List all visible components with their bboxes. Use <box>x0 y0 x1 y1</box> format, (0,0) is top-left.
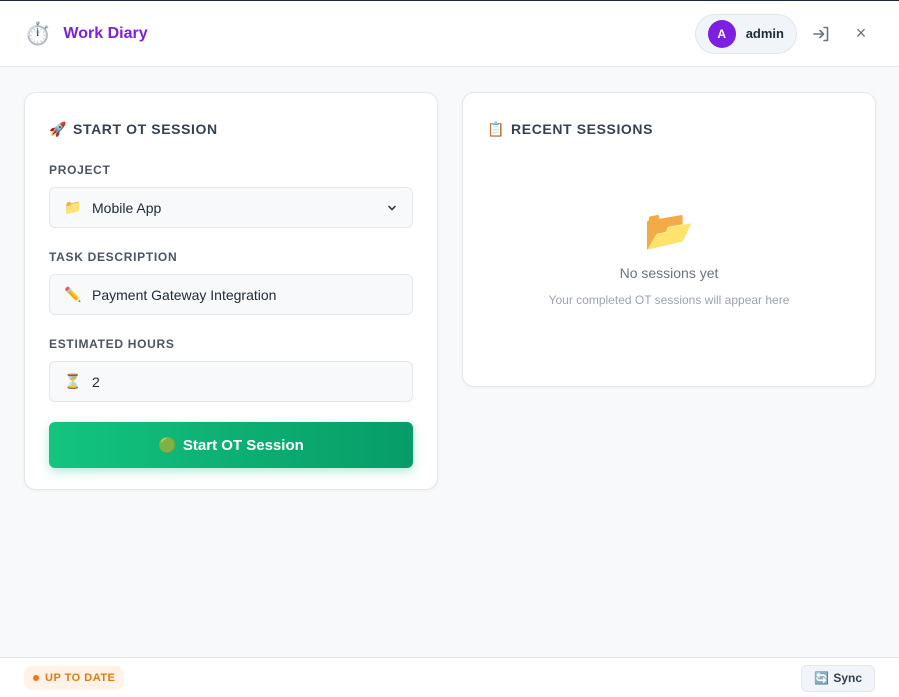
task-value: Payment Gateway Integration <box>92 286 277 303</box>
clipboard-icon: 📋 <box>487 120 506 137</box>
user-name: admin <box>745 26 784 41</box>
header-actions: A admin × <box>694 13 875 54</box>
project-value: Mobile App <box>92 199 162 216</box>
footer: UP TO DATE 🔄 Sync <box>0 657 899 697</box>
logout-button[interactable] <box>807 20 835 48</box>
stopwatch-icon: ⏱️ <box>24 20 52 46</box>
sync-label: Sync <box>833 671 862 685</box>
task-description-input[interactable]: ✏️ Payment Gateway Integration <box>49 274 413 315</box>
start-session-title-text: START OT SESSION <box>73 121 218 137</box>
user-chip[interactable]: A admin <box>694 13 797 54</box>
start-session-card: 🚀 START OT SESSION PROJECT 📁 Mobile App … <box>24 92 438 490</box>
empty-state-subtitle: Your completed OT sessions will appear h… <box>548 293 790 307</box>
project-select[interactable]: 📁 Mobile App <box>49 187 413 228</box>
close-icon: × <box>855 23 867 43</box>
hours-label: ESTIMATED HOURS <box>49 337 175 351</box>
project-label: PROJECT <box>49 163 111 177</box>
hourglass-icon: ⏳ <box>64 373 82 389</box>
start-session-title: 🚀 START OT SESSION <box>49 117 413 141</box>
start-ot-session-button[interactable]: 🟢 Start OT Session <box>49 422 413 468</box>
empty-state: 📂 No sessions yet Your completed OT sess… <box>463 211 875 307</box>
recent-sessions-title-text: RECENT SESSIONS <box>511 121 654 137</box>
green-circle-icon: 🟢 <box>158 437 177 454</box>
start-button-label: Start OT Session <box>182 436 304 454</box>
brand: ⏱️ Work Diary <box>24 20 148 46</box>
task-label: TASK DESCRIPTION <box>49 250 178 264</box>
status-text: UP TO DATE <box>45 672 116 684</box>
recent-sessions-card: 📋 RECENT SESSIONS 📂 No sessions yet Your… <box>462 92 876 387</box>
avatar: A <box>707 19 736 48</box>
status-badge: UP TO DATE <box>24 666 125 690</box>
estimated-hours-input[interactable]: ⏳ 2 <box>49 361 413 402</box>
sync-button[interactable]: 🔄 Sync <box>801 664 875 692</box>
status-dot-icon <box>33 675 39 681</box>
logout-icon <box>813 26 829 41</box>
hours-value: 2 <box>92 373 100 390</box>
chevron-down-icon <box>388 205 396 210</box>
close-button[interactable]: × <box>847 20 875 48</box>
open-folder-icon: 📂 <box>644 209 694 253</box>
rocket-icon: 🚀 <box>49 120 68 137</box>
app-title: Work Diary <box>63 24 148 42</box>
sync-icon: 🔄 <box>814 671 830 685</box>
empty-state-title: No sessions yet <box>619 265 719 281</box>
pencil-icon: ✏️ <box>64 286 82 302</box>
recent-sessions-title: 📋 RECENT SESSIONS <box>487 117 851 141</box>
folder-icon: 📁 <box>64 199 82 215</box>
header: ⏱️ Work Diary A admin × <box>0 1 899 67</box>
work-diary-window: ⏱️ Work Diary A admin × 🚀 START OT SESSI… <box>0 0 899 697</box>
